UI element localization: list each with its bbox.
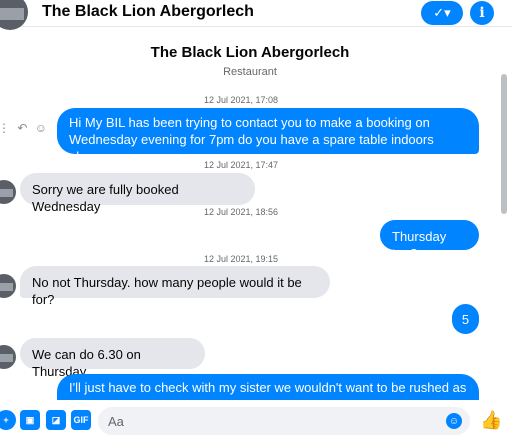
message-actions: ⋮ ↶ ☺ xyxy=(0,121,51,135)
gif-icon[interactable]: GIF xyxy=(71,410,91,430)
message-input[interactable] xyxy=(98,407,470,435)
timestamp: 12 Jul 2021, 17:08 xyxy=(203,95,279,105)
outgoing-message[interactable]: Hi My BIL has been trying to contact you… xyxy=(57,108,479,164)
reply-icon[interactable]: ↶ xyxy=(17,121,27,135)
message-composer: + ▣ ◪ GIF ☺ 👍 xyxy=(0,400,512,443)
sticker-icon[interactable]: ◪ xyxy=(46,410,66,430)
conversation-title[interactable]: The Black Lion Abergorlech xyxy=(42,3,254,21)
timestamp: 12 Jul 2021, 19:15 xyxy=(203,254,279,264)
more-icon[interactable]: ⋮ xyxy=(0,121,10,135)
react-icon[interactable]: ☺ xyxy=(35,121,47,135)
chat-scrollbar[interactable] xyxy=(501,74,507,214)
photo-icon[interactable]: ▣ xyxy=(20,410,40,430)
info-icon[interactable]: i xyxy=(470,1,494,25)
incoming-message[interactable]: Sorry we are fully booked Wednesday xyxy=(20,173,255,214)
like-icon[interactable]: 👍 xyxy=(480,410,502,431)
sender-avatar[interactable] xyxy=(0,180,16,204)
profile-category: Restaurant xyxy=(223,66,277,78)
timestamp: 12 Jul 2021, 18:56 xyxy=(203,207,279,217)
incoming-message[interactable]: We can do 6.30 on Thursday xyxy=(20,338,205,379)
sender-avatar[interactable] xyxy=(0,345,16,369)
outgoing-message[interactable]: 5 xyxy=(452,304,479,334)
timestamp: 12 Jul 2021, 17:47 xyxy=(203,160,279,170)
conversation-header: The Black Lion Abergorlech ✓▾ i xyxy=(0,0,512,30)
plus-icon[interactable]: + xyxy=(0,410,16,430)
sender-avatar[interactable] xyxy=(0,274,16,298)
profile-name: The Black Lion Abergorlech xyxy=(150,44,350,61)
emoji-icon[interactable]: ☺ xyxy=(446,413,462,429)
incoming-message[interactable]: No not Thursday. how many people would i… xyxy=(20,266,330,307)
page-avatar[interactable] xyxy=(0,0,28,30)
outgoing-message[interactable]: Thursday too? xyxy=(380,220,479,261)
message-options-button[interactable]: ✓▾ xyxy=(421,1,463,25)
